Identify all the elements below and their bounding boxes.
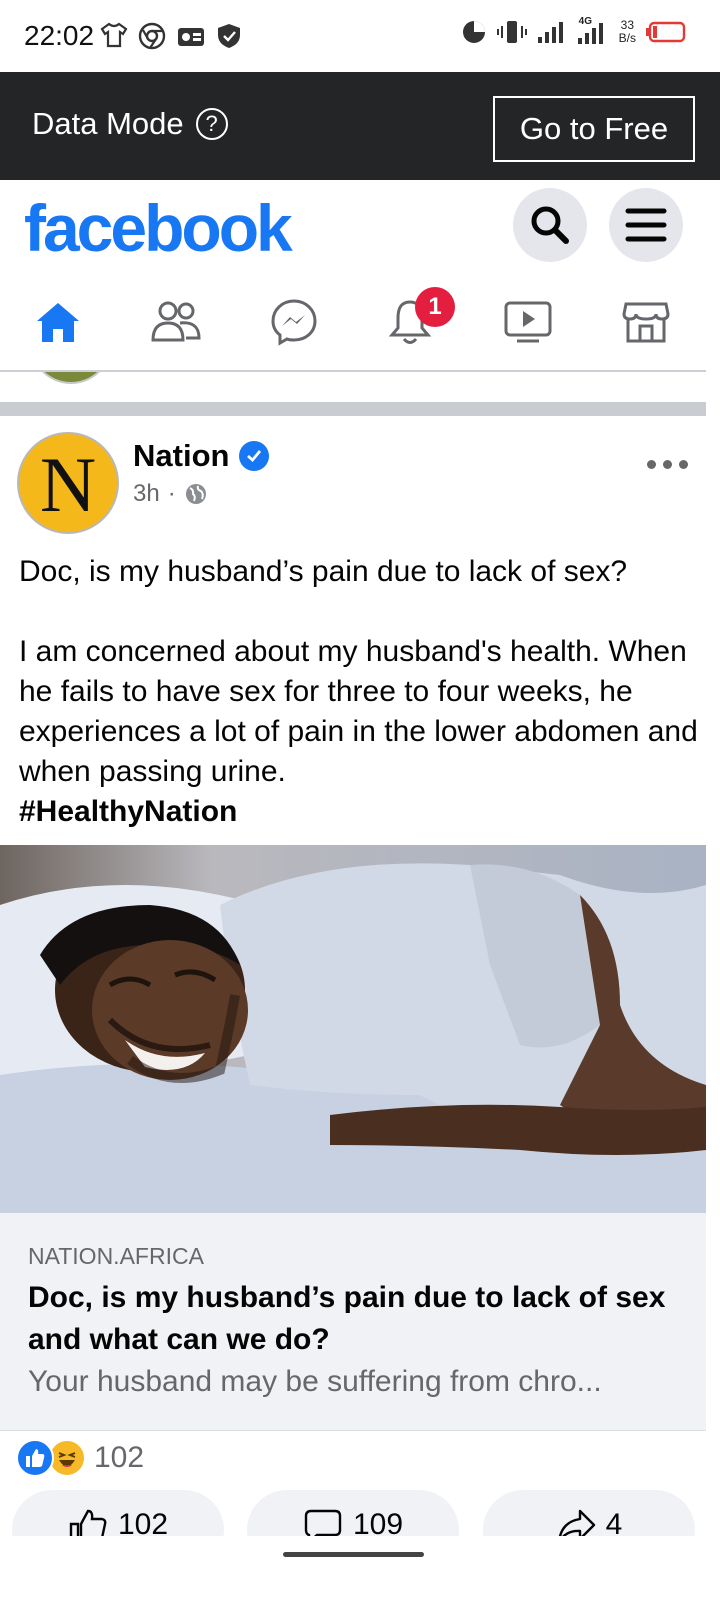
reaction-count: 102	[94, 1441, 145, 1474]
shield-icon	[218, 24, 240, 48]
previous-post-avatar	[30, 372, 112, 384]
home-gesture-bar[interactable]	[283, 1552, 424, 1557]
battery-low-icon	[646, 21, 686, 43]
status-icons-left	[100, 22, 242, 50]
link-description: Your husband may be suffering from chro.…	[28, 1365, 602, 1398]
watch-icon	[504, 301, 552, 343]
data-mode-label: Data Mode ?	[32, 106, 228, 142]
link-preview[interactable]: NATION.AFRICA Doc, is my husband’s pain …	[0, 1213, 706, 1431]
post-time[interactable]: 3h	[133, 480, 160, 508]
signal-4g-icon: 4G	[577, 16, 609, 46]
home-icon	[37, 303, 79, 342]
messenger-icon	[271, 299, 317, 346]
post-image[interactable]	[0, 845, 706, 1213]
post-text: Doc, is my husband’s pain due to lack of…	[19, 552, 699, 832]
status-icons-right: 4G 33 B/s	[461, 16, 686, 46]
notification-badge: 1	[415, 287, 455, 327]
app-header: facebook	[0, 180, 720, 280]
marketplace-icon	[622, 302, 670, 343]
feed-separator	[0, 402, 706, 416]
search-icon	[531, 206, 569, 244]
go-to-free-button[interactable]: Go to Free	[493, 96, 695, 162]
chrome-icon	[138, 22, 166, 50]
radio-icon	[178, 28, 204, 46]
help-icon[interactable]: ?	[195, 108, 228, 140]
data-saver-icon	[462, 21, 485, 43]
tab-home[interactable]	[28, 294, 88, 350]
status-time: 22:02	[24, 20, 95, 51]
vibrate-icon	[496, 21, 527, 43]
more-options-icon[interactable]	[642, 452, 692, 476]
tab-marketplace[interactable]	[616, 294, 676, 350]
link-title: Doc, is my husband’s pain due to lack of…	[28, 1281, 666, 1356]
post-meta: 3h ·	[133, 480, 208, 508]
signal-icon	[537, 22, 563, 43]
status-bar: 22:02 4G 33 B/s	[0, 0, 720, 72]
link-domain: NATION.AFRICA	[28, 1243, 204, 1269]
verified-badge-icon	[239, 441, 270, 471]
meta-separator: ·	[167, 480, 176, 507]
network-speed: 33 B/s	[618, 18, 636, 45]
page-avatar[interactable]: N	[17, 432, 119, 534]
system-nav-area	[0, 1536, 720, 1600]
tab-bar: 1	[0, 280, 706, 370]
page-name[interactable]: Nation	[133, 438, 270, 474]
menu-button[interactable]	[609, 188, 683, 262]
tab-friends[interactable]	[146, 294, 206, 350]
data-mode-banner: Data Mode ? Go to Free	[0, 72, 720, 180]
search-button[interactable]	[513, 188, 587, 262]
facebook-logo[interactable]: facebook	[24, 190, 293, 266]
like-reaction-icon	[16, 1439, 54, 1477]
tab-messenger[interactable]	[264, 294, 324, 350]
post-body: I am concerned about my husband's health…	[19, 632, 699, 832]
tshirt-icon	[100, 22, 128, 48]
tab-watch[interactable]	[498, 294, 558, 350]
reactions-summary[interactable]: 102	[16, 1438, 144, 1478]
friends-icon	[151, 301, 201, 342]
post-headline: Doc, is my husband’s pain due to lack of…	[19, 555, 628, 588]
globe-icon	[185, 484, 206, 504]
hamburger-menu-icon	[625, 208, 667, 242]
hashtag-link[interactable]: #HealthyNation	[19, 792, 699, 832]
previous-post-fragment	[0, 372, 706, 402]
